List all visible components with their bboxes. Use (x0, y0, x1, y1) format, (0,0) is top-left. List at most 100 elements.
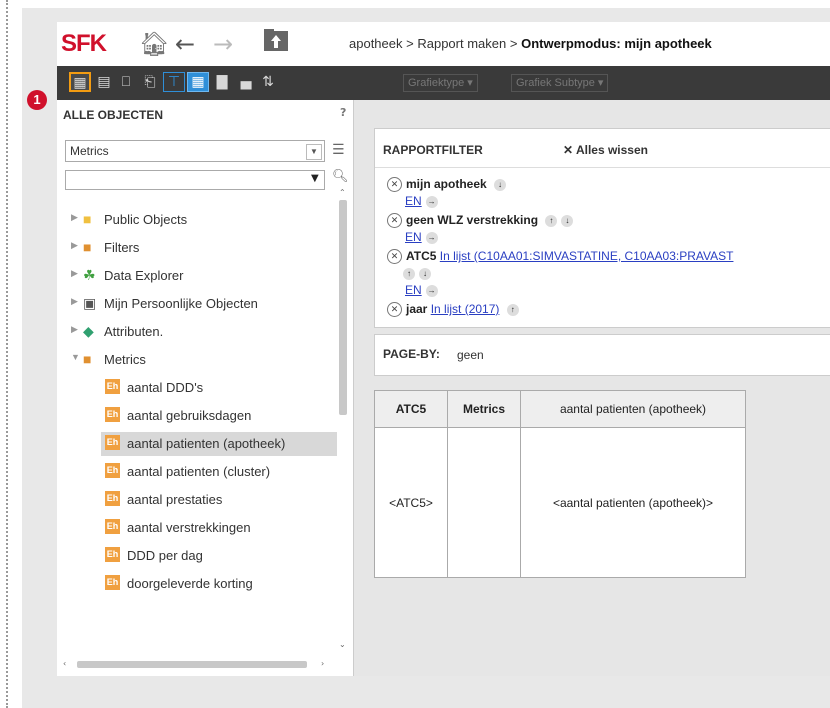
chevron-down-icon[interactable]: ▼ (306, 144, 322, 160)
step-badge: 1 (27, 90, 47, 110)
folder-up-icon[interactable] (263, 28, 289, 58)
scroll-left-icon[interactable]: ‹ (63, 659, 66, 668)
search-icon[interactable]: 🔍︎ (332, 169, 349, 184)
expand-icon[interactable]: ▶ (71, 268, 78, 279)
design-mode-icon[interactable]: ▦ (69, 72, 91, 92)
condition-link[interactable]: In lijst (C10AA01:SIMVASTATINE, C10AA03:… (440, 249, 734, 263)
remove-condition-icon[interactable]: ✕ (387, 177, 402, 193)
collapse-icon[interactable]: ▼ (71, 352, 80, 362)
report-toolbar: ▦ ▤ ⎕ ⎗ ⊤ ▦ ▇ ▄ ⇅ Grafiektype ▾ Grafiek … (57, 66, 830, 100)
help-icon[interactable]: ? (340, 106, 346, 119)
scroll-down-icon[interactable]: ⌄ (339, 640, 346, 649)
remove-condition-icon[interactable]: ✕ (387, 213, 402, 229)
page-by-value[interactable]: geen (457, 348, 484, 362)
filter-condition: ✕ jaar In lijst (2017) ↑ (387, 302, 519, 318)
grid-cell-atc5[interactable]: <ATC5> (374, 427, 448, 578)
object-type-select[interactable]: Metrics ▼ (65, 140, 325, 162)
metric-item-selected[interactable]: Eh aantal patienten (apotheek) (101, 432, 337, 456)
folder-icon: ■ (83, 211, 92, 227)
metric-item[interactable]: Eh aantal DDD's (101, 376, 337, 400)
remove-condition-icon[interactable]: ✕ (387, 302, 402, 318)
grid-chart-view-icon[interactable]: ▄ (235, 72, 257, 92)
arrow-right-icon[interactable]: → (425, 231, 438, 244)
metrics-folder-icon: ■ (83, 351, 92, 367)
search-dropdown-icon[interactable]: ▼ (311, 173, 319, 184)
remove-condition-icon[interactable]: ✕ (387, 249, 402, 265)
grid-cell-metric-value[interactable]: <aantal patienten (apotheek)> (520, 427, 746, 578)
breadcrumb-separator: > (406, 36, 414, 51)
scrollbar-thumb[interactable] (339, 200, 347, 415)
metric-item[interactable]: Eh aantal prestaties (101, 488, 337, 512)
metric-item[interactable]: Eh doorgeleverde korting (101, 572, 337, 596)
scroll-up-icon[interactable]: ⌃ (339, 188, 346, 197)
breadcrumb-rapport-maken[interactable]: Rapport maken (417, 36, 506, 51)
metric-icon: Eh (105, 407, 120, 422)
chart-view-icon[interactable]: ▇ (211, 72, 233, 92)
divider (375, 167, 830, 168)
chart-type-dropdown[interactable]: Grafiektype ▾ (403, 74, 478, 92)
grid-view-icon[interactable]: ▦ (187, 72, 209, 92)
breadcrumb-apotheek[interactable]: apotheek (349, 36, 403, 51)
move-down-icon[interactable]: ↓ (494, 178, 507, 191)
breadcrumb-separator: > (509, 36, 518, 51)
metric-icon: Eh (105, 575, 120, 590)
arrow-right-icon[interactable]: → (425, 284, 438, 297)
grid-header-metrics[interactable]: Metrics (447, 390, 521, 428)
page-by-label: PAGE-BY: (383, 347, 440, 361)
metric-icon: Eh (105, 463, 120, 478)
report-filter-title: RAPPORTFILTER (383, 143, 483, 157)
vertical-scrollbar[interactable]: ⌃ ⌄ (336, 188, 350, 649)
expand-icon[interactable]: ▶ (71, 296, 78, 307)
and-operator: EN → (405, 230, 438, 244)
metric-icon: Eh (105, 491, 120, 506)
metric-icon: Eh (105, 379, 120, 394)
list-view-icon[interactable]: ☰ (332, 142, 345, 158)
breadcrumb: apotheek > Rapport maken > Ontwerpmodus:… (349, 36, 712, 51)
arrow-right-icon[interactable]: → (425, 195, 438, 208)
clear-all-button[interactable]: ✕ Alles wissen (563, 143, 648, 157)
move-up-icon[interactable]: ↑ (506, 303, 519, 316)
grid-header-atc5[interactable]: ATC5 (374, 390, 448, 428)
personal-folder-icon: ▣ (83, 295, 97, 311)
save-as-icon[interactable]: ⎗ (139, 72, 161, 92)
expand-icon[interactable]: ▶ (71, 240, 78, 251)
chart-subtype-dropdown[interactable]: Grafiek Subtype ▾ (511, 74, 609, 92)
metric-item[interactable]: Eh aantal gebruiksdagen (101, 404, 337, 428)
metric-icon: Eh (105, 435, 120, 450)
move-up-icon[interactable]: ↑ (403, 267, 415, 280)
filter-condition: ✕ mijn apotheek ↓ (387, 177, 507, 193)
search-input[interactable] (65, 170, 325, 190)
close-icon: ✕ (563, 143, 574, 157)
top-bar: SFK 🏠︎ ← → apotheek > Rapport maken > On… (57, 22, 830, 67)
expand-icon[interactable]: ▶ (71, 212, 78, 223)
home-icon[interactable]: 🏠︎ (139, 30, 169, 58)
report-grid: ATC5 Metrics aantal patienten (apotheek)… (374, 390, 746, 578)
grid-remove-icon[interactable]: ▤ (93, 72, 115, 92)
sort-icon[interactable]: ⇅ (257, 72, 279, 92)
attribute-icon: ◆ (83, 323, 94, 339)
scroll-right-icon[interactable]: › (321, 659, 324, 668)
scrollbar-thumb[interactable] (77, 661, 307, 668)
metric-icon: Eh (105, 547, 120, 562)
breadcrumb-current: Ontwerpmodus: mijn apotheek (521, 36, 712, 51)
metric-item[interactable]: Eh DDD per dag (101, 544, 337, 568)
grid-header-metric-value[interactable]: aantal patienten (apotheek) (520, 390, 746, 428)
move-down-icon[interactable]: ↓ (419, 267, 431, 280)
report-design-area: RAPPORTFILTER ✕ Alles wissen ✕ mijn apoth… (354, 100, 830, 676)
move-down-icon[interactable]: ↓ (561, 214, 574, 227)
metric-item[interactable]: Eh aantal patienten (cluster) (101, 460, 337, 484)
page-by-panel: PAGE-BY: geen (374, 334, 830, 376)
horizontal-scrollbar[interactable]: ‹ › (63, 658, 331, 670)
metric-item[interactable]: Eh aantal verstrekkingen (101, 516, 337, 540)
filter-condition: ✕ geen WLZ verstrekking ↑ ↓ (387, 213, 574, 229)
move-up-icon[interactable]: ↑ (545, 214, 558, 227)
panel-title: ALLE OBJECTEN (63, 108, 164, 122)
and-operator: EN → (405, 283, 438, 297)
back-arrow-icon[interactable]: ← (175, 30, 195, 58)
expand-icon[interactable]: ▶ (71, 324, 78, 335)
condition-link[interactable]: In lijst (2017) (431, 302, 500, 316)
filter-condition: ✕ ATC5 In lijst (C10AA01:SIMVASTATINE, C1… (387, 249, 734, 265)
filter-panel-icon[interactable]: ⊤ (163, 72, 185, 92)
save-icon[interactable]: ⎕ (115, 72, 137, 92)
forward-arrow-icon[interactable]: → (213, 30, 233, 58)
